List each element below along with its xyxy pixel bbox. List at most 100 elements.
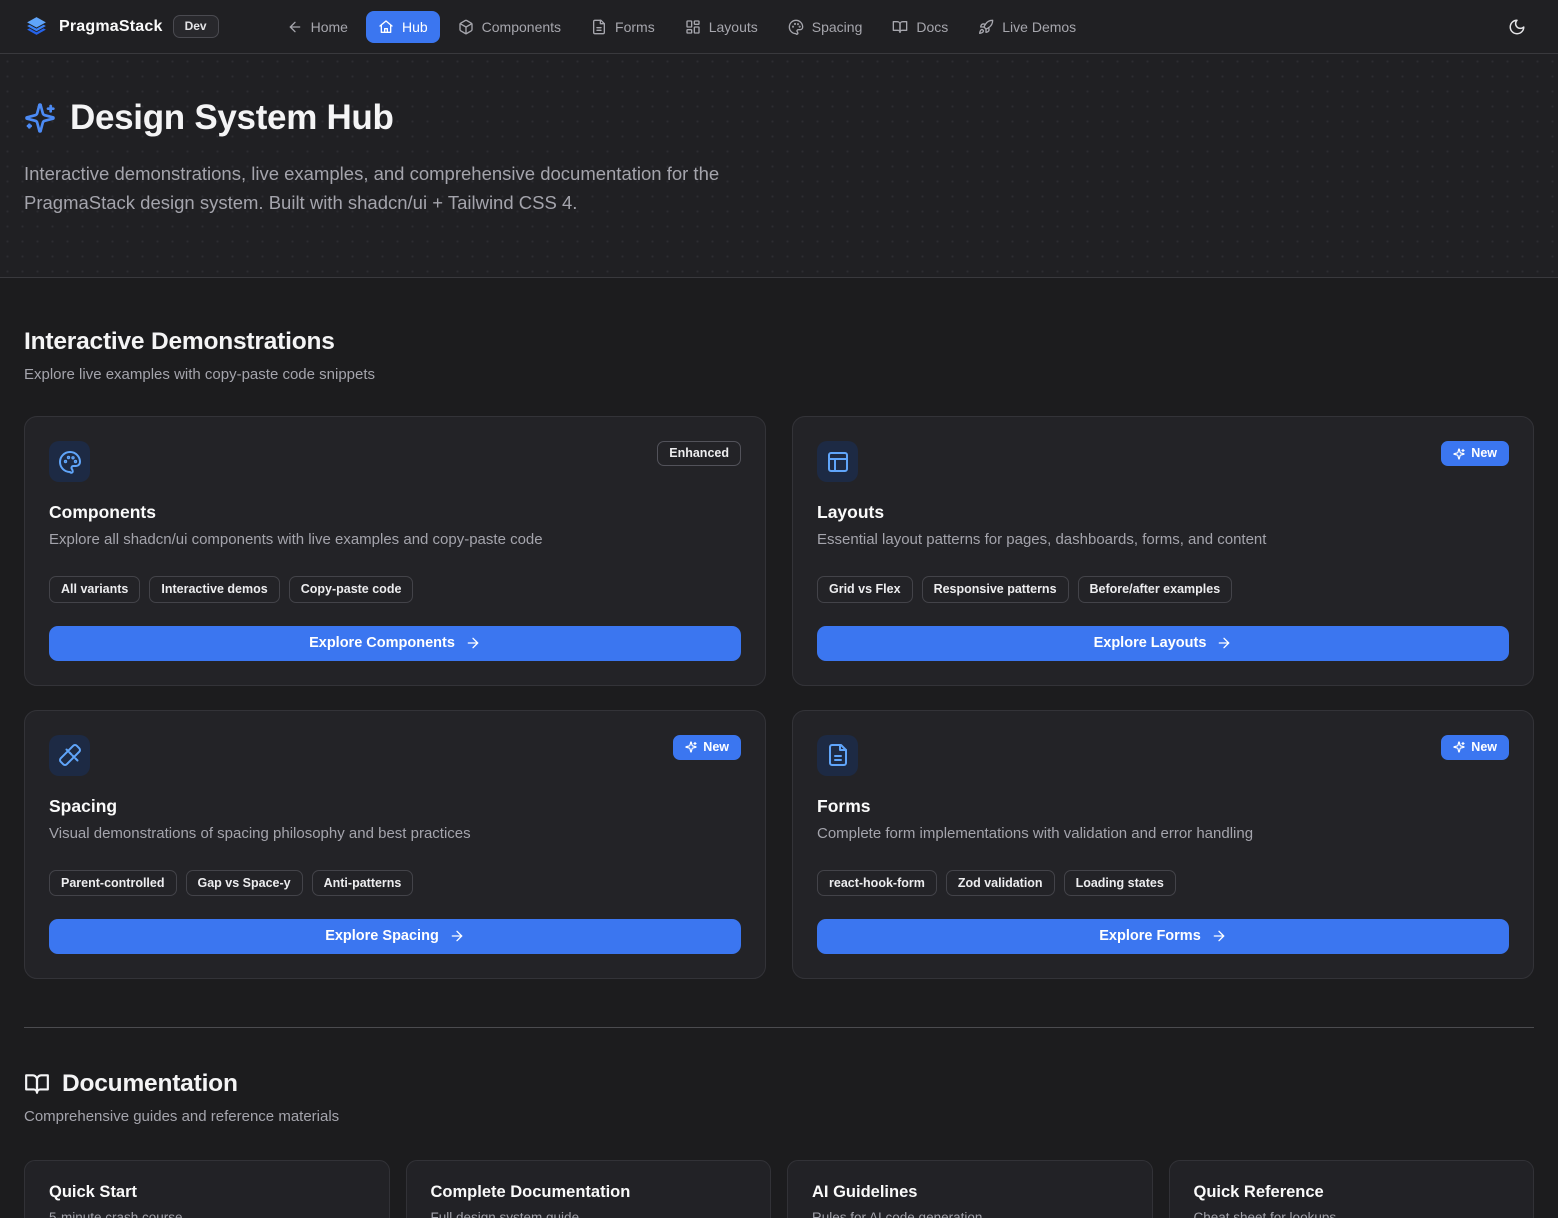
card-description: Essential layout patterns for pages, das… [817,531,1509,548]
arrow-left-icon [287,19,303,35]
demos-section-header: Interactive Demonstrations Explore live … [24,328,1534,383]
status-badge: Enhanced [657,441,741,466]
demos-section-subtitle: Explore live examples with copy-paste co… [24,366,1534,383]
status-badge: New [1441,441,1509,466]
ruler-icon [58,743,82,767]
card-description: Visual demonstrations of spacing philoso… [49,825,741,842]
demo-card-layouts: New Layouts Essential layout patterns fo… [792,416,1534,685]
demo-card-grid: Enhanced Components Explore all shadcn/u… [24,416,1534,979]
theme-toggle-button[interactable] [1500,10,1534,44]
panel-top-icon [826,450,850,474]
card-description: Explore all shadcn/ui components with li… [49,531,741,548]
nav-label: Spacing [812,19,863,35]
palette-icon [788,19,804,35]
docs-section-header: Documentation Comprehensive guides and r… [24,1070,1534,1125]
explore-forms-button[interactable]: Explore Forms [817,919,1509,954]
arrow-right-icon [449,928,465,944]
tag: Interactive demos [149,576,279,602]
doc-card-description: Cheat sheet for lookups [1194,1210,1510,1218]
docs-section-title: Documentation [62,1070,238,1098]
tag-row: Grid vs Flex Responsive patterns Before/… [817,576,1509,602]
book-open-icon [24,1071,50,1097]
tag: react-hook-form [817,870,937,896]
nav-item-hub[interactable]: Hub [366,11,440,43]
house-icon [378,19,394,35]
doc-card-ai-guidelines[interactable]: AI Guidelines Rules for AI code generati… [787,1160,1153,1218]
tag: Anti-patterns [312,870,414,896]
section-divider [24,1027,1534,1028]
nav-label: Hub [402,19,428,35]
explore-layouts-button[interactable]: Explore Layouts [817,626,1509,661]
tag: Before/after examples [1078,576,1233,602]
card-icon-tile [49,735,90,776]
nav-item-docs[interactable]: Docs [880,11,960,43]
card-title: Layouts [817,502,1509,523]
tag: Loading states [1064,870,1176,896]
card-title: Components [49,502,741,523]
cta-label: Explore Layouts [1094,635,1207,651]
doc-card-quick-reference[interactable]: Quick Reference Cheat sheet for lookups [1169,1160,1535,1218]
brand[interactable]: PragmaStack Dev [24,14,219,39]
explore-components-button[interactable]: Explore Components [49,626,741,661]
sparkles-icon [1453,741,1465,753]
main-nav: Home Hub Components Forms Layouts [275,11,1492,43]
top-navbar: PragmaStack Dev Home Hub Components Fo [0,0,1558,54]
nav-label: Layouts [709,19,758,35]
page-title: Design System Hub [70,98,394,138]
tag: Gap vs Space-y [186,870,303,896]
brand-name: PragmaStack [59,18,163,36]
sparkles-icon [24,102,56,134]
tag: Grid vs Flex [817,576,913,602]
card-icon-tile [817,735,858,776]
palette-icon [58,450,82,474]
nav-label: Forms [615,19,655,35]
nav-label: Docs [916,19,948,35]
explore-spacing-button[interactable]: Explore Spacing [49,919,741,954]
doc-card-complete-documentation[interactable]: Complete Documentation Full design syste… [406,1160,772,1218]
file-text-icon [591,19,607,35]
demos-section-title: Interactive Demonstrations [24,328,335,356]
badge-label: New [1471,446,1497,461]
cta-label: Explore Spacing [325,928,439,944]
nav-item-spacing[interactable]: Spacing [776,11,875,43]
nav-item-home[interactable]: Home [275,11,360,43]
nav-item-forms[interactable]: Forms [579,11,667,43]
nav-label: Components [482,19,561,35]
status-badge: New [1441,735,1509,760]
arrow-right-icon [1216,635,1232,651]
nav-item-live-demos[interactable]: Live Demos [966,11,1088,43]
card-icon-tile [49,441,90,482]
nav-item-layouts[interactable]: Layouts [673,11,770,43]
card-title: Spacing [49,796,741,817]
doc-card-description: 5-minute crash course [49,1210,365,1218]
main-content: Interactive Demonstrations Explore live … [0,328,1558,1218]
doc-card-title: AI Guidelines [812,1183,1128,1202]
nav-item-components[interactable]: Components [446,11,573,43]
hero-section: Design System Hub Interactive demonstrat… [0,54,1558,278]
doc-card-quick-start[interactable]: Quick Start 5-minute crash course [24,1160,390,1218]
package-icon [458,19,474,35]
doc-card-grid: Quick Start 5-minute crash course Comple… [24,1160,1534,1218]
page-subtitle: Interactive demonstrations, live example… [24,160,769,217]
tag-row: Parent-controlled Gap vs Space-y Anti-pa… [49,870,741,896]
sparkles-icon [1453,448,1465,460]
moon-icon [1508,18,1526,36]
nav-label: Home [311,19,348,35]
sparkles-icon [685,741,697,753]
layout-grid-icon [685,19,701,35]
tag: All variants [49,576,140,602]
badge-label: New [1471,740,1497,755]
book-open-icon [892,19,908,35]
tag: Copy-paste code [289,576,414,602]
rocket-icon [978,19,994,35]
doc-card-title: Complete Documentation [431,1183,747,1202]
tag-row: react-hook-form Zod validation Loading s… [817,870,1509,896]
cta-label: Explore Forms [1099,928,1201,944]
demo-card-spacing: New Spacing Visual demonstrations of spa… [24,710,766,979]
cta-label: Explore Components [309,635,455,651]
arrow-right-icon [1211,928,1227,944]
tag: Parent-controlled [49,870,177,896]
card-description: Complete form implementations with valid… [817,825,1509,842]
card-icon-tile [817,441,858,482]
demo-card-components: Enhanced Components Explore all shadcn/u… [24,416,766,685]
